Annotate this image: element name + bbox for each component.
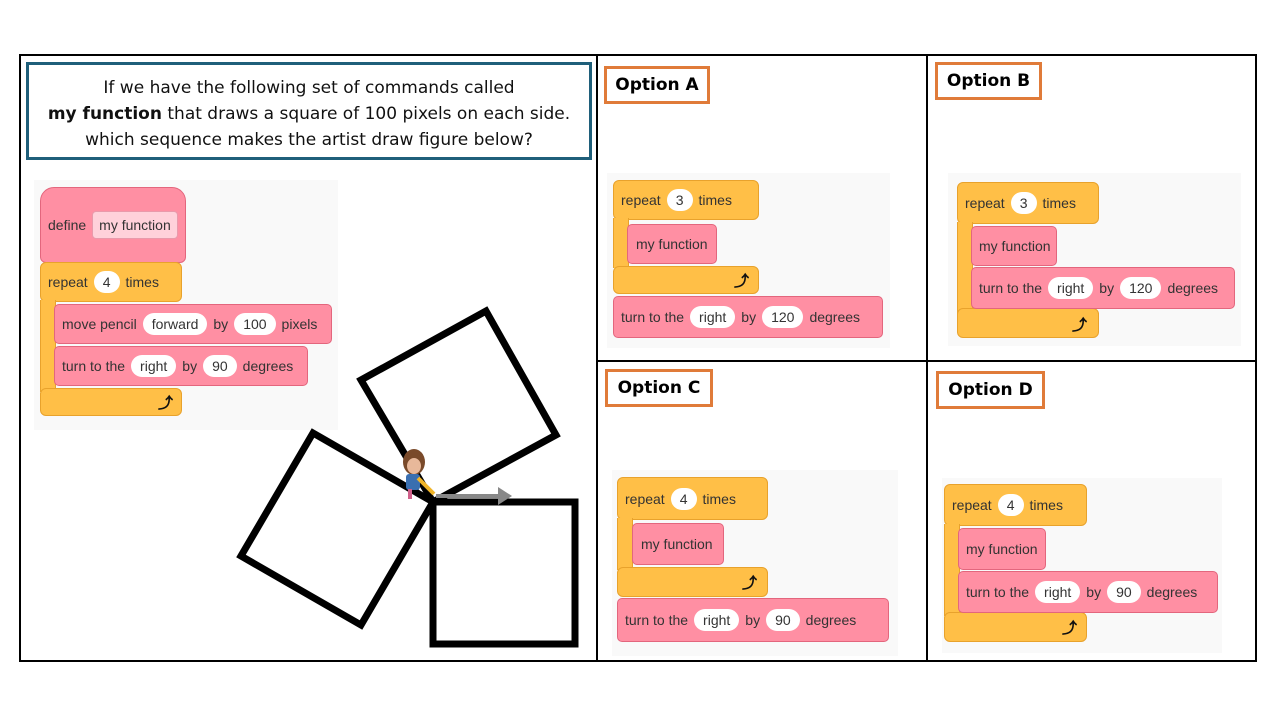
- repeat-label: repeat: [621, 192, 661, 208]
- function-call-label: my function: [636, 236, 708, 252]
- turn-angle: 120: [762, 306, 804, 328]
- degrees-label: degrees: [1167, 280, 1219, 296]
- option-c-repeat-side: [617, 518, 633, 570]
- square-bottom: [429, 498, 579, 648]
- times-label: times: [702, 490, 736, 507]
- option-b-label: Option B: [935, 62, 1042, 100]
- degrees-label: degrees: [809, 309, 861, 325]
- repeat-label: repeat: [965, 195, 1005, 211]
- repeat-count: 4: [997, 494, 1024, 516]
- turn-direction: right: [690, 306, 736, 328]
- turn-angle: 90: [1107, 581, 1141, 603]
- turn-label: turn to the: [979, 280, 1043, 296]
- option-b-repeat: repeat 3 times: [957, 182, 1099, 224]
- times-label: times: [1042, 195, 1076, 211]
- function-call-label: my function: [979, 238, 1051, 254]
- drawn-figure: [236, 306, 579, 648]
- repeat-label: repeat: [952, 497, 992, 513]
- option-c-label: Option C: [605, 369, 713, 407]
- by-label: by: [741, 309, 757, 325]
- function-call-label: my function: [966, 541, 1038, 557]
- option-a-label: Option A: [604, 66, 710, 104]
- loop-arrow-icon: ⤴: [1072, 317, 1088, 334]
- option-c-turn: turn to the right by 90 degrees: [617, 598, 889, 642]
- loop-arrow-icon: ⤴: [1062, 620, 1078, 637]
- turn-direction: right: [694, 609, 740, 631]
- turn-label: turn to the: [621, 309, 685, 325]
- option-d-turn: turn to the right by 90 degrees: [958, 571, 1218, 613]
- option-d-function: my function: [958, 528, 1046, 570]
- loop-arrow-icon: ⤴: [742, 575, 758, 592]
- repeat-count: 4: [670, 487, 697, 510]
- option-b-turn: turn to the right by 120 degrees: [971, 267, 1235, 309]
- times-label: times: [1029, 497, 1063, 513]
- option-a-repeat: repeat 3 times: [613, 180, 759, 220]
- turn-label: turn to the: [625, 612, 689, 628]
- function-call-label: my function: [641, 536, 713, 552]
- by-label: by: [745, 612, 761, 628]
- turn-angle: 90: [766, 609, 800, 631]
- option-a-turn: turn to the right by 120 degrees: [613, 296, 883, 338]
- column-divider-right: [926, 54, 928, 662]
- loop-arrow-icon: ⤴: [734, 273, 750, 290]
- row-divider: [596, 360, 1257, 362]
- repeat-label: repeat: [625, 490, 665, 507]
- degrees-label: degrees: [805, 612, 857, 628]
- turn-direction: right: [1048, 277, 1094, 299]
- times-label: times: [698, 192, 732, 208]
- repeat-count: 3: [1010, 192, 1037, 214]
- option-d-label: Option D: [936, 371, 1045, 409]
- by-label: by: [1099, 280, 1115, 296]
- turn-label: turn to the: [966, 584, 1030, 600]
- degrees-label: degrees: [1146, 584, 1198, 600]
- option-a-function: my function: [627, 224, 717, 264]
- by-label: by: [1086, 584, 1102, 600]
- option-b-function: my function: [971, 226, 1057, 266]
- option-c-function: my function: [632, 523, 724, 565]
- turn-angle: 120: [1120, 277, 1162, 299]
- repeat-count: 3: [666, 189, 693, 211]
- option-c-repeat: repeat 4 times: [617, 477, 768, 520]
- option-d-repeat: repeat 4 times: [944, 484, 1087, 526]
- square-top: [356, 306, 561, 507]
- turn-direction: right: [1035, 581, 1081, 603]
